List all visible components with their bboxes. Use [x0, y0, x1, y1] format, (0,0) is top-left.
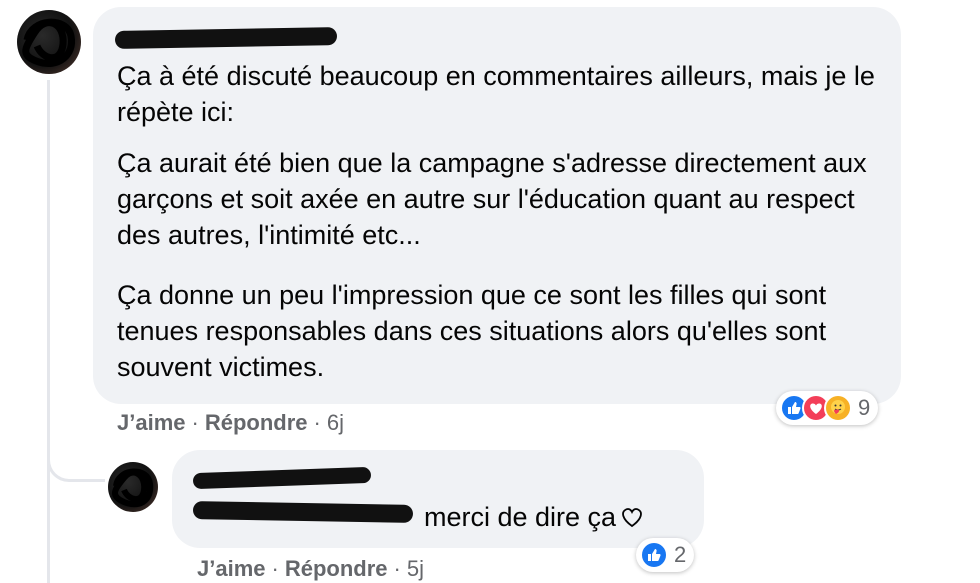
redacted-commenter-name: [114, 27, 338, 49]
comment-paragraph-1: Ça à été discuté beaucoup en commentaire…: [117, 61, 875, 127]
separator-dot: ·: [313, 410, 321, 435]
reaction-count: 2: [674, 542, 687, 567]
separator-dot: ·: [393, 556, 401, 581]
like-button[interactable]: J’aime: [117, 410, 186, 435]
comment-thread: Ça à été discuté beaucoup en commentaire…: [0, 0, 980, 583]
reply-timestamp[interactable]: 5j: [407, 556, 424, 581]
heart-outline-icon: [620, 501, 644, 537]
thread-connector-line: [47, 80, 50, 583]
commenter-avatar[interactable]: [17, 10, 81, 74]
comment-paragraph-2: Ça aurait été bien que la campagne s'adr…: [117, 148, 867, 250]
reply-button[interactable]: Répondre: [205, 410, 308, 435]
comment-paragraph-3: Ça donne un peu l'impression que ce sont…: [117, 280, 827, 382]
thread-connector-curve: [47, 420, 105, 482]
separator-dot: ·: [191, 410, 199, 435]
comment-actions: J’aime · Répondre · 6j: [117, 410, 344, 436]
reply-message: merci de dire ça: [424, 502, 617, 532]
like-button[interactable]: J’aime: [197, 556, 266, 581]
reply-actions: J’aime · Répondre · 5j: [197, 556, 424, 582]
replier-avatar[interactable]: [108, 462, 158, 512]
like-icon: [640, 541, 668, 569]
comment-timestamp[interactable]: 6j: [327, 410, 344, 435]
reply-reactions[interactable]: 2: [636, 538, 695, 572]
separator-dot: ·: [271, 556, 279, 581]
comment-reactions[interactable]: 9: [776, 391, 879, 425]
reply-button[interactable]: Répondre: [285, 556, 388, 581]
redacted-mention: [192, 501, 414, 523]
reaction-count: 9: [858, 395, 871, 420]
reply-text: merci de dire ça: [424, 499, 644, 537]
care-icon: [824, 394, 852, 422]
